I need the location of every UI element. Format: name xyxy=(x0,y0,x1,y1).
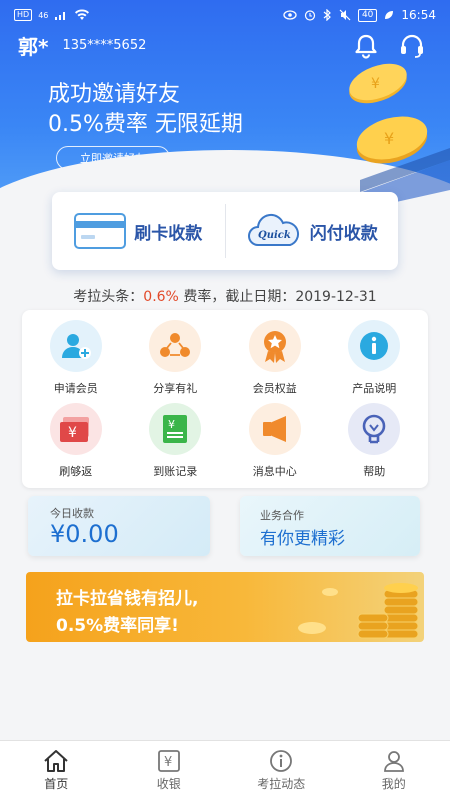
business-cooperation-slogan: 有你更精彩 xyxy=(260,529,345,549)
bell-icon[interactable] xyxy=(352,32,380,60)
tab-label: 我的 xyxy=(381,777,406,791)
news-ticker[interactable]: 考拉头条：0.6% 费率，截止日期：2019-12-31 xyxy=(0,286,450,306)
tab-profile[interactable]: 我的 xyxy=(338,741,450,800)
clock-time: 16:54 xyxy=(401,8,436,22)
info-icon xyxy=(348,319,401,372)
receipt-icon: ¥ xyxy=(149,402,202,455)
gold-coins-illustration: ¥ ¥ xyxy=(340,63,450,210)
tab-label: 收银 xyxy=(156,777,181,791)
grid-label: 帮助 xyxy=(363,464,386,478)
grid-label: 申请会员 xyxy=(53,381,98,395)
feature-grid: 申请会员 分享有礼 会员权益 产品说明 ¥ 刷够返 ¥ 到账记录 消息中心 帮助 xyxy=(22,310,428,488)
grid-item-help[interactable]: 帮助 xyxy=(325,399,425,482)
business-cooperation-card[interactable]: 业务合作 有你更精彩 xyxy=(240,496,420,556)
quickpass-icon-text: Quick xyxy=(258,230,291,241)
news-prefix: 考拉头条： xyxy=(73,289,144,305)
leaf-icon xyxy=(385,11,394,19)
tab-home[interactable]: 首页 xyxy=(0,741,113,800)
today-income-title: 今日收款 xyxy=(50,507,94,520)
svg-text:¥: ¥ xyxy=(384,129,394,148)
status-bar: HD 46 40 16:54 xyxy=(0,0,450,30)
card-payment-label: 刷卡收款 xyxy=(134,223,203,244)
grid-item-arrival-records[interactable]: ¥ 到账记录 xyxy=(126,399,226,482)
tab-cashier[interactable]: ¥ 收银 xyxy=(113,741,226,800)
card-payment-button[interactable]: 刷卡收款 xyxy=(52,192,225,270)
grid-label: 刷够返 xyxy=(59,464,93,478)
tab-label: 考拉动态 xyxy=(257,777,306,791)
eye-icon xyxy=(283,10,297,20)
add-user-icon xyxy=(49,319,102,372)
grid-label: 产品说明 xyxy=(352,381,397,395)
alarm-icon xyxy=(304,10,316,21)
svg-text:¥: ¥ xyxy=(68,425,77,441)
grid-item-cash-back[interactable]: ¥ 刷够返 xyxy=(26,399,126,482)
svg-text:¥: ¥ xyxy=(168,418,175,431)
medal-icon xyxy=(248,319,301,372)
grid-label: 会员权益 xyxy=(252,381,297,395)
battery-level: 40 xyxy=(357,8,378,22)
wifi-icon xyxy=(75,9,90,20)
news-rate: 0.6% xyxy=(143,289,179,305)
tab-label: 首页 xyxy=(44,777,69,791)
quickpass-cloud-icon: Quick xyxy=(247,213,299,246)
grid-label: 分享有礼 xyxy=(153,381,198,395)
user-phone: 135****5652 xyxy=(62,37,147,53)
payment-options-card: 刷卡收款 Quick 闪付收款 xyxy=(52,192,398,270)
banner-title: 成功邀请好友 xyxy=(48,82,181,107)
network-badge: 46 xyxy=(38,10,49,20)
grid-item-apply-member[interactable]: 申请会员 xyxy=(26,316,126,399)
user-name: 郭* xyxy=(18,34,49,59)
user-info: 郭* 135****5652 xyxy=(18,30,146,60)
svg-text:¥: ¥ xyxy=(371,76,380,92)
banner-subtitle: 0.5%费率 无限延期 xyxy=(48,112,243,137)
message-icon xyxy=(248,402,301,455)
coin-stack-illustration xyxy=(298,583,419,639)
invite-friends-button[interactable]: 立即邀请好友 xyxy=(56,146,170,170)
news-middle: 费率，截止日期： xyxy=(178,289,296,305)
share-people-icon xyxy=(149,319,202,372)
quickpass-payment-button[interactable]: Quick 闪付收款 xyxy=(226,192,399,270)
signal-icon xyxy=(55,12,66,20)
tab-koala-news[interactable]: 考拉动态 xyxy=(225,741,338,800)
promo-banner[interactable]: 拉卡拉省钱有招儿, 0.5%费率同享! xyxy=(26,572,424,642)
business-cooperation-title: 业务合作 xyxy=(260,509,304,522)
hd-badge: HD xyxy=(14,9,33,21)
info-circle-icon xyxy=(270,750,293,772)
grid-label: 消息中心 xyxy=(252,464,297,478)
grid-item-message-center[interactable]: 消息中心 xyxy=(225,399,325,482)
mute-icon xyxy=(339,9,351,21)
promo-line2: 0.5%费率同享! xyxy=(56,616,179,636)
grid-label: 到账记录 xyxy=(153,464,198,478)
help-bulb-icon xyxy=(348,402,401,455)
grid-item-member-benefits[interactable]: 会员权益 xyxy=(225,316,325,399)
grid-item-product-info[interactable]: 产品说明 xyxy=(325,316,425,399)
svg-text:¥: ¥ xyxy=(164,755,172,770)
cash-back-icon: ¥ xyxy=(49,402,102,455)
bottom-tab-bar: 首页 ¥ 收银 考拉动态 我的 xyxy=(0,740,450,800)
grid-item-share-gift[interactable]: 分享有礼 xyxy=(126,316,226,399)
home-icon xyxy=(44,750,68,772)
cashier-icon: ¥ xyxy=(157,750,180,772)
today-income-value: ¥0.00 xyxy=(50,520,119,548)
bluetooth-icon xyxy=(323,9,331,21)
today-income-card[interactable]: 今日收款 ¥0.00 xyxy=(28,496,210,556)
news-date: 2019-12-31 xyxy=(295,289,377,305)
profile-icon xyxy=(383,751,404,772)
headset-icon[interactable] xyxy=(398,32,426,60)
quickpass-payment-label: 闪付收款 xyxy=(309,223,378,244)
promo-line1: 拉卡拉省钱有招儿, xyxy=(56,589,199,609)
bank-card-icon xyxy=(74,213,127,249)
